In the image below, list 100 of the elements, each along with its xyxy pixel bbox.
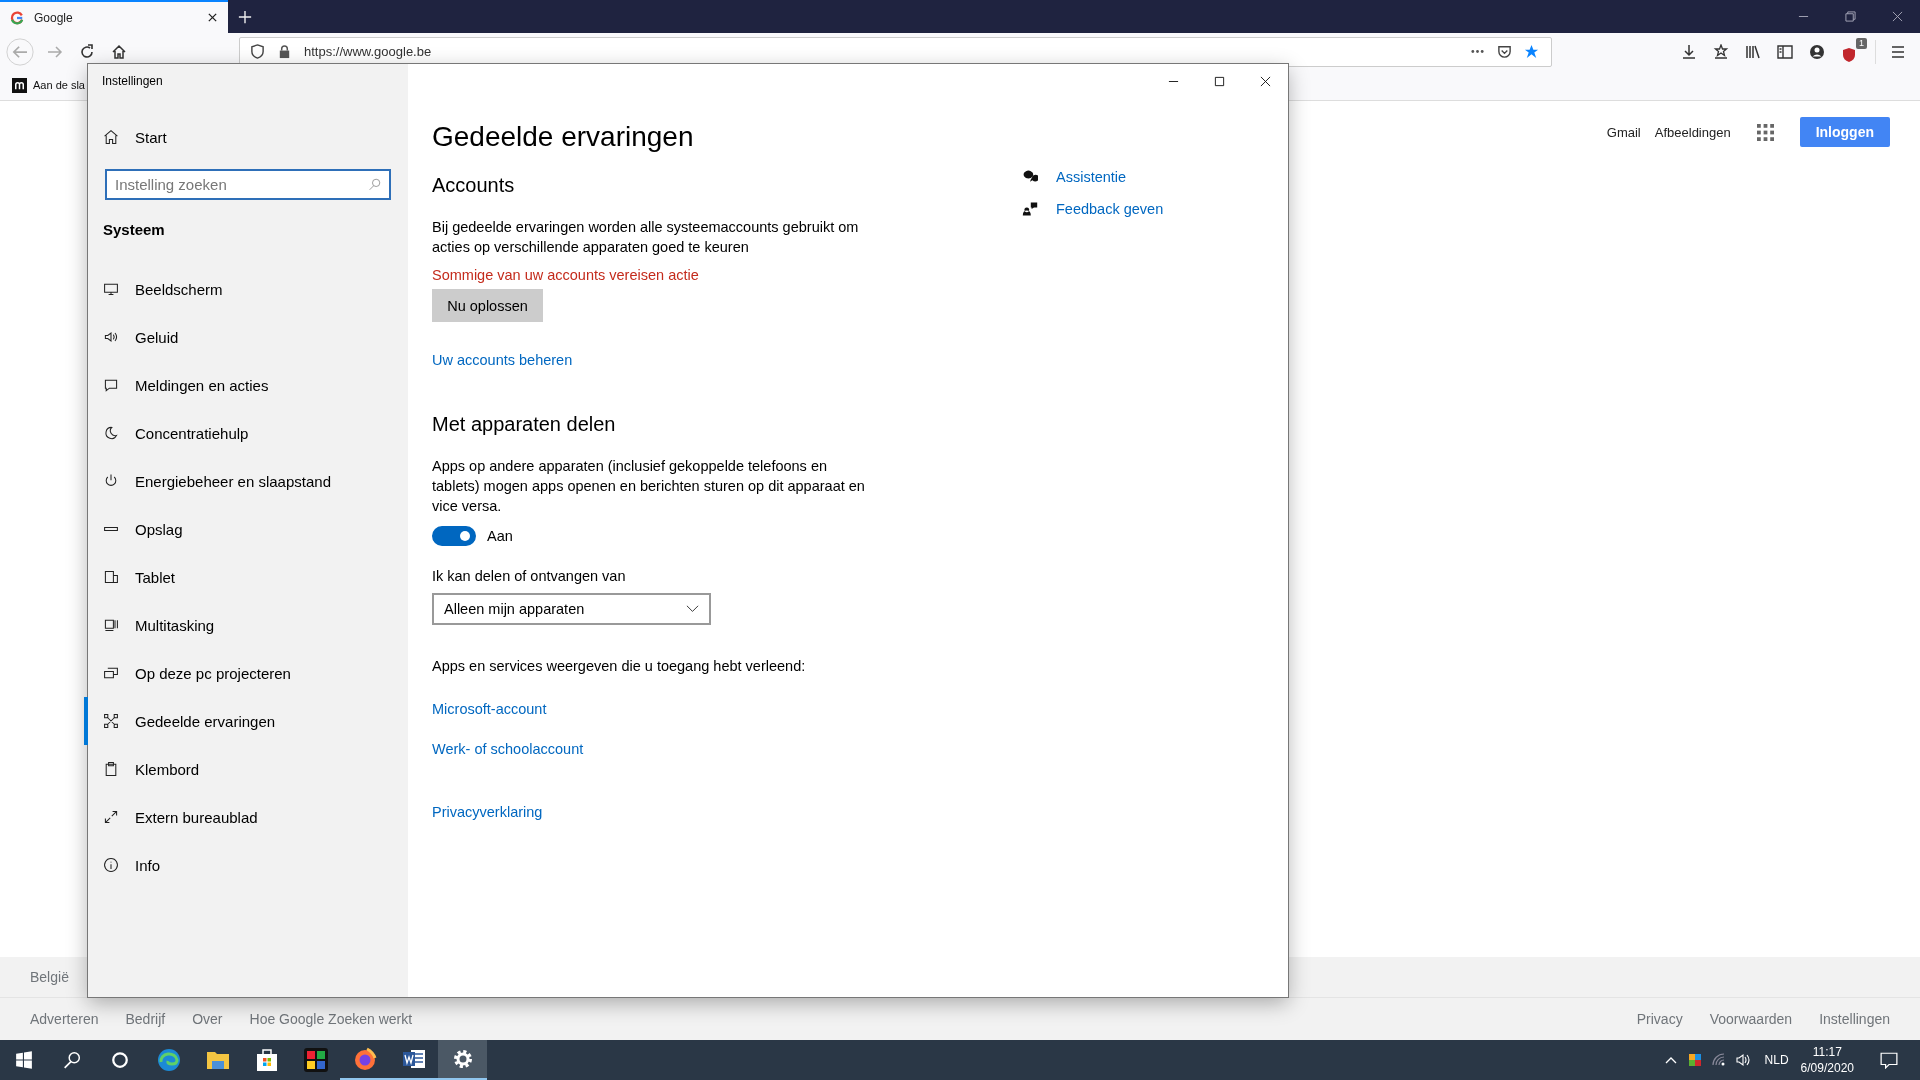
speaker-icon [103, 329, 119, 345]
library-icon[interactable] [1745, 43, 1761, 60]
new-tab-icon[interactable] [238, 9, 252, 24]
close-icon[interactable] [1260, 75, 1271, 87]
footer-link[interactable]: Bedrijf [125, 1011, 166, 1027]
google-logo-icon [10, 10, 24, 25]
footer-link[interactable]: Adverteren [30, 1011, 99, 1027]
toggle-switch[interactable] [432, 526, 476, 546]
search-field[interactable]: Instelling zoeken [105, 169, 391, 200]
fix-now-button[interactable]: Nu oplossen [432, 289, 543, 322]
windows-start-icon[interactable] [15, 1051, 33, 1069]
footer-link[interactable]: Over [192, 1011, 223, 1027]
page-title: Gedeelde ervaringen [432, 120, 694, 154]
remote-icon [103, 809, 119, 825]
language-indicator[interactable]: NLD [1764, 1053, 1789, 1067]
nav-item[interactable]: Concentratiehulp [84, 409, 408, 457]
circle-icon[interactable] [111, 1051, 129, 1069]
lock-icon [277, 44, 292, 59]
fox-globe-icon [352, 1047, 377, 1071]
menu-icon[interactable] [1890, 43, 1906, 60]
footer-link[interactable]: Privacy [1636, 1011, 1683, 1027]
share-icon [103, 713, 119, 729]
address-bar[interactable]: https://www.google.be [239, 36, 1552, 67]
search-icon[interactable] [63, 1051, 81, 1069]
restore-icon[interactable] [1845, 11, 1856, 22]
close-icon[interactable] [1892, 11, 1903, 22]
privacy-link[interactable]: Privacyverklaring [432, 802, 543, 822]
nav-item[interactable]: Klembord [84, 745, 408, 793]
power-icon [103, 473, 119, 489]
shopping-bag-icon [254, 1048, 279, 1072]
clock[interactable]: 11:17 6/09/2020 [1800, 1044, 1854, 1076]
account-icon[interactable] [1809, 43, 1825, 60]
multitask-icon [103, 617, 119, 633]
dropdown[interactable]: Alleen mijn apparaten [432, 593, 711, 625]
nav-item[interactable]: Meldingen en acties [84, 361, 408, 409]
info-icon [103, 857, 119, 873]
shield-extension-icon[interactable] [1841, 46, 1857, 63]
section-heading: Met apparaten delen [432, 412, 616, 437]
description: Bij gedeelde ervaringen worden alle systeemaccounts gebruikt om acties op verschillende apparaten goed te keuren [432, 218, 860, 257]
related-link[interactable]: Assistentie [1056, 167, 1127, 187]
clipboard-icon [103, 761, 119, 777]
volume-icon[interactable] [1734, 1052, 1751, 1068]
star-icon[interactable] [1524, 44, 1539, 59]
person-feedback-icon [1022, 201, 1038, 217]
nav-item[interactable]: Energiebeheer en slaapstand [84, 457, 408, 505]
projector-icon [103, 665, 119, 681]
taskbar-app[interactable] [438, 1040, 487, 1080]
nav-item[interactable]: Gedeelde ervaringen [84, 697, 408, 745]
nav-item[interactable]: Op deze pc projecteren [84, 649, 408, 697]
m-logo-icon [12, 77, 27, 93]
home-icon [103, 129, 119, 145]
footer-link[interactable]: Voorwaarden [1709, 1011, 1793, 1027]
nav-item[interactable]: Tablet [84, 553, 408, 601]
tablet-icon [103, 569, 119, 585]
header-link[interactable]: Afbeeldingen [1654, 124, 1731, 140]
notifications-icon[interactable] [1880, 1051, 1898, 1069]
wave-logo-icon [156, 1048, 181, 1072]
moon-icon [103, 425, 119, 441]
start-nav-item[interactable]: Start [88, 117, 408, 157]
download-icon[interactable] [1681, 43, 1697, 60]
nav-item[interactable]: Multitasking [84, 601, 408, 649]
bookmark[interactable]: Aan de sla [12, 77, 85, 93]
document-icon [401, 1047, 426, 1071]
nav-item[interactable]: Geluid [84, 313, 408, 361]
toggle-label: Aan [487, 528, 513, 544]
sidebar-icon[interactable] [1777, 43, 1793, 60]
header-link[interactable]: Gmail [1606, 124, 1641, 140]
star-tray-icon[interactable] [1713, 43, 1729, 60]
footer-link[interactable]: Hoe Google Zoeken werkt [249, 1011, 413, 1027]
message-icon [103, 377, 119, 393]
description: Apps op andere apparaten (inclusief gekoppelde telefoons en tablets) mogen apps openen en berichten sturen op dit apparaat en vice versa. [432, 457, 866, 516]
browser-tab[interactable]: Google [0, 0, 228, 33]
sign-in-button[interactable]: Inloggen [1799, 117, 1890, 147]
home-icon[interactable] [111, 43, 127, 60]
chevron-down-icon [686, 605, 699, 613]
manage-accounts-link[interactable]: Uw accounts beheren [432, 350, 573, 370]
maximize-icon[interactable] [1214, 75, 1225, 87]
nav-item[interactable]: Opslag [84, 505, 408, 553]
puzzle-pieces-icon [303, 1048, 328, 1072]
pocket-icon[interactable] [1497, 44, 1512, 59]
apps-grid-icon[interactable] [1756, 123, 1774, 141]
nav-item[interactable]: Extern bureaublad [84, 793, 408, 841]
dropdown-label: Ik kan delen of ontvangen van [432, 567, 626, 586]
apps-text: Apps en services weergeven die u toegang hebt verleend: [432, 657, 806, 676]
antivirus-icon[interactable] [1686, 1052, 1703, 1068]
account-link[interactable]: Werk- of schoolaccount [432, 739, 584, 759]
wifi-icon[interactable] [1710, 1052, 1727, 1068]
window-title: Instellingen [101, 73, 164, 90]
close-tab-icon[interactable] [207, 12, 218, 23]
footer-link[interactable]: Instellingen [1819, 1011, 1890, 1027]
warning-text: Sommige van uw accounts vereisen actie [432, 266, 699, 285]
related-link[interactable]: Feedback geven [1056, 199, 1164, 219]
shield-icon[interactable] [250, 44, 265, 59]
nav-item[interactable]: Info [84, 841, 408, 889]
notification-badge: 1 [1856, 37, 1867, 49]
monitor-icon [103, 281, 119, 297]
section-heading: Accounts [432, 173, 515, 198]
nav-item[interactable]: Beeldscherm [84, 265, 408, 313]
reload-icon[interactable] [79, 43, 95, 60]
account-link[interactable]: Microsoft-account [432, 699, 547, 719]
